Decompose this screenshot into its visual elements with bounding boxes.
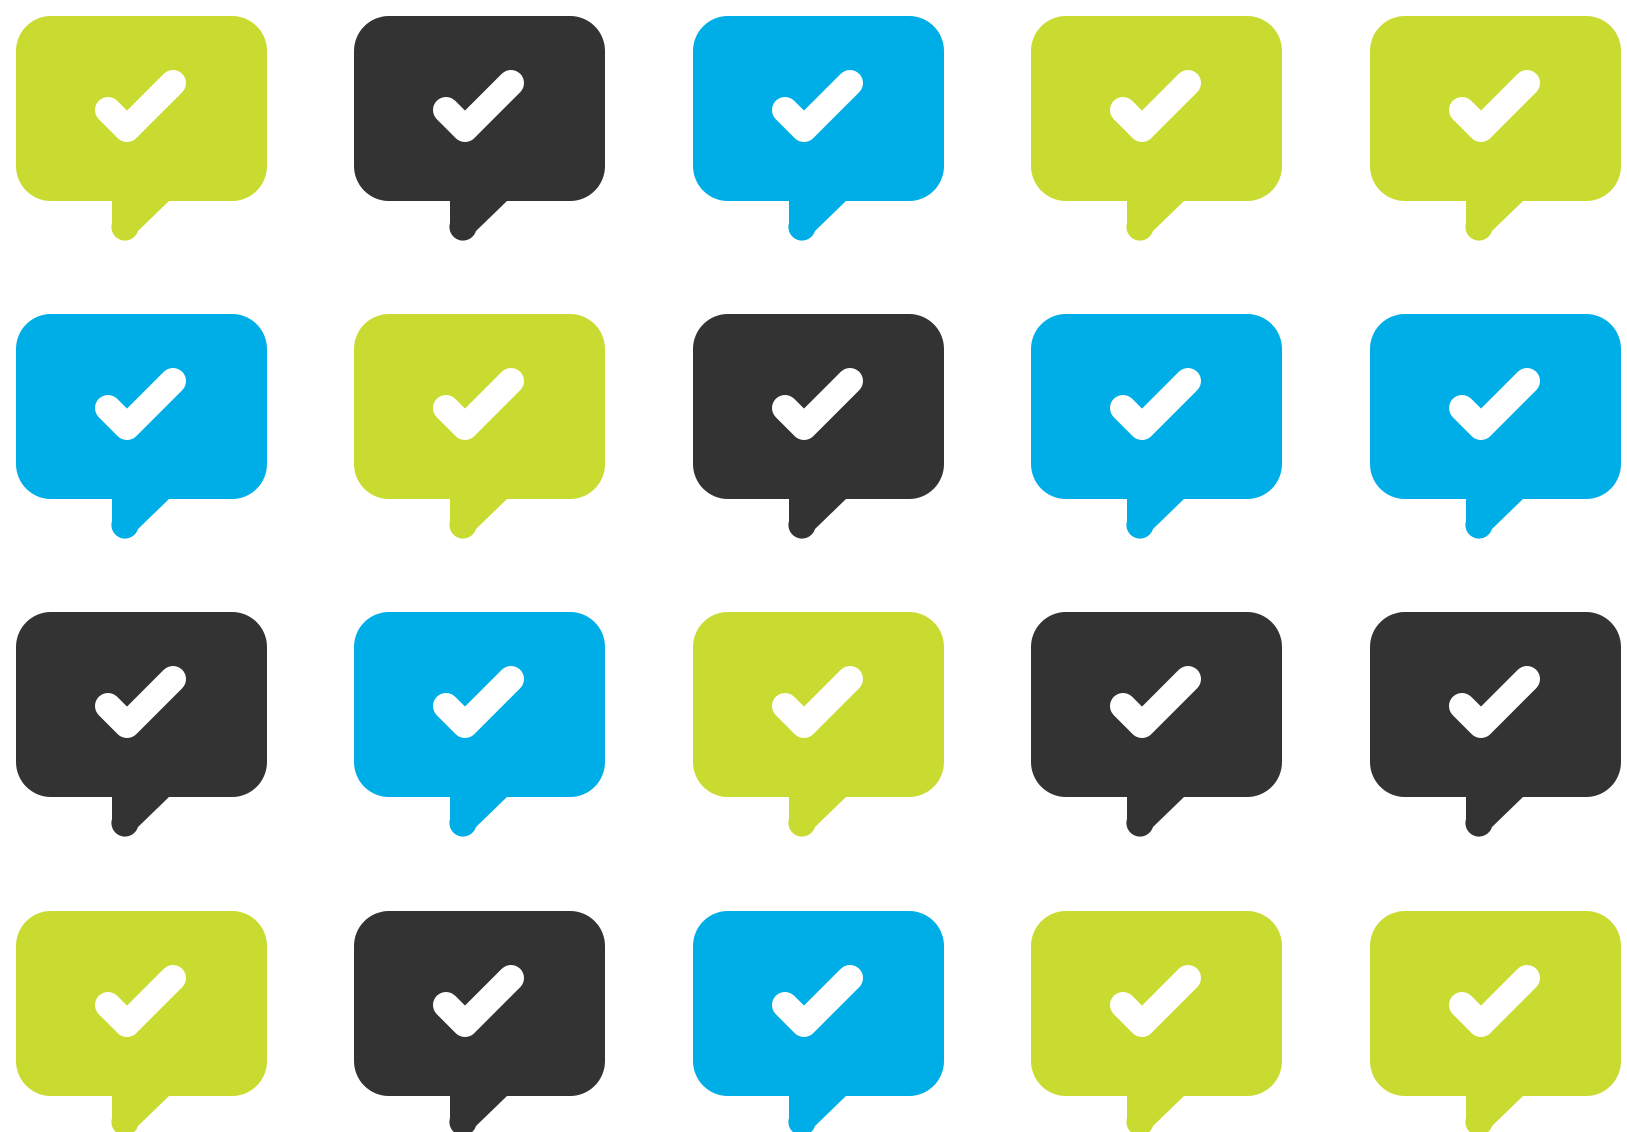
speech-bubble-check-icon <box>354 911 605 1132</box>
speech-bubble-check-icon <box>16 16 267 241</box>
speech-bubble-check-icon <box>16 911 267 1132</box>
speech-bubble-check-icon <box>354 612 605 837</box>
speech-bubble-svg <box>1031 314 1282 539</box>
speech-bubble-check-icon <box>693 911 944 1132</box>
speech-bubble-check-icon <box>1031 911 1282 1132</box>
speech-bubble-check-icon <box>16 612 267 837</box>
speech-bubble-svg <box>1031 16 1282 241</box>
speech-bubble-check-icon <box>1031 16 1282 241</box>
speech-bubble-check-icon <box>1031 314 1282 539</box>
speech-bubble-svg <box>16 16 267 241</box>
speech-bubble-check-icon <box>1370 314 1621 539</box>
speech-bubble-svg <box>693 314 944 539</box>
speech-bubble-check-icon <box>1370 612 1621 837</box>
speech-bubble-check-icon <box>16 314 267 539</box>
speech-bubble-svg <box>354 314 605 539</box>
speech-bubble-svg <box>693 16 944 241</box>
speech-bubble-svg <box>1031 612 1282 837</box>
speech-bubble-check-icon <box>1370 911 1621 1132</box>
speech-bubble-svg <box>16 314 267 539</box>
speech-bubble-check-icon <box>693 314 944 539</box>
speech-bubble-svg <box>1370 16 1621 241</box>
speech-bubble-svg <box>693 911 944 1132</box>
speech-bubble-svg <box>16 612 267 837</box>
speech-bubble-check-icon <box>354 314 605 539</box>
speech-bubble-check-icon <box>693 612 944 837</box>
speech-bubble-check-icon <box>354 16 605 241</box>
speech-bubble-svg <box>354 612 605 837</box>
speech-bubble-svg <box>1031 911 1282 1132</box>
speech-bubble-svg <box>1370 911 1621 1132</box>
speech-bubble-svg <box>354 16 605 241</box>
speech-bubble-svg <box>1370 314 1621 539</box>
speech-bubble-svg <box>1370 612 1621 837</box>
speech-bubble-svg <box>354 911 605 1132</box>
speech-bubble-svg <box>16 911 267 1132</box>
speech-bubble-check-icon <box>1370 16 1621 241</box>
speech-bubble-svg <box>693 612 944 837</box>
icon-pattern-grid <box>0 0 1627 1132</box>
speech-bubble-check-icon <box>1031 612 1282 837</box>
speech-bubble-check-icon <box>693 16 944 241</box>
